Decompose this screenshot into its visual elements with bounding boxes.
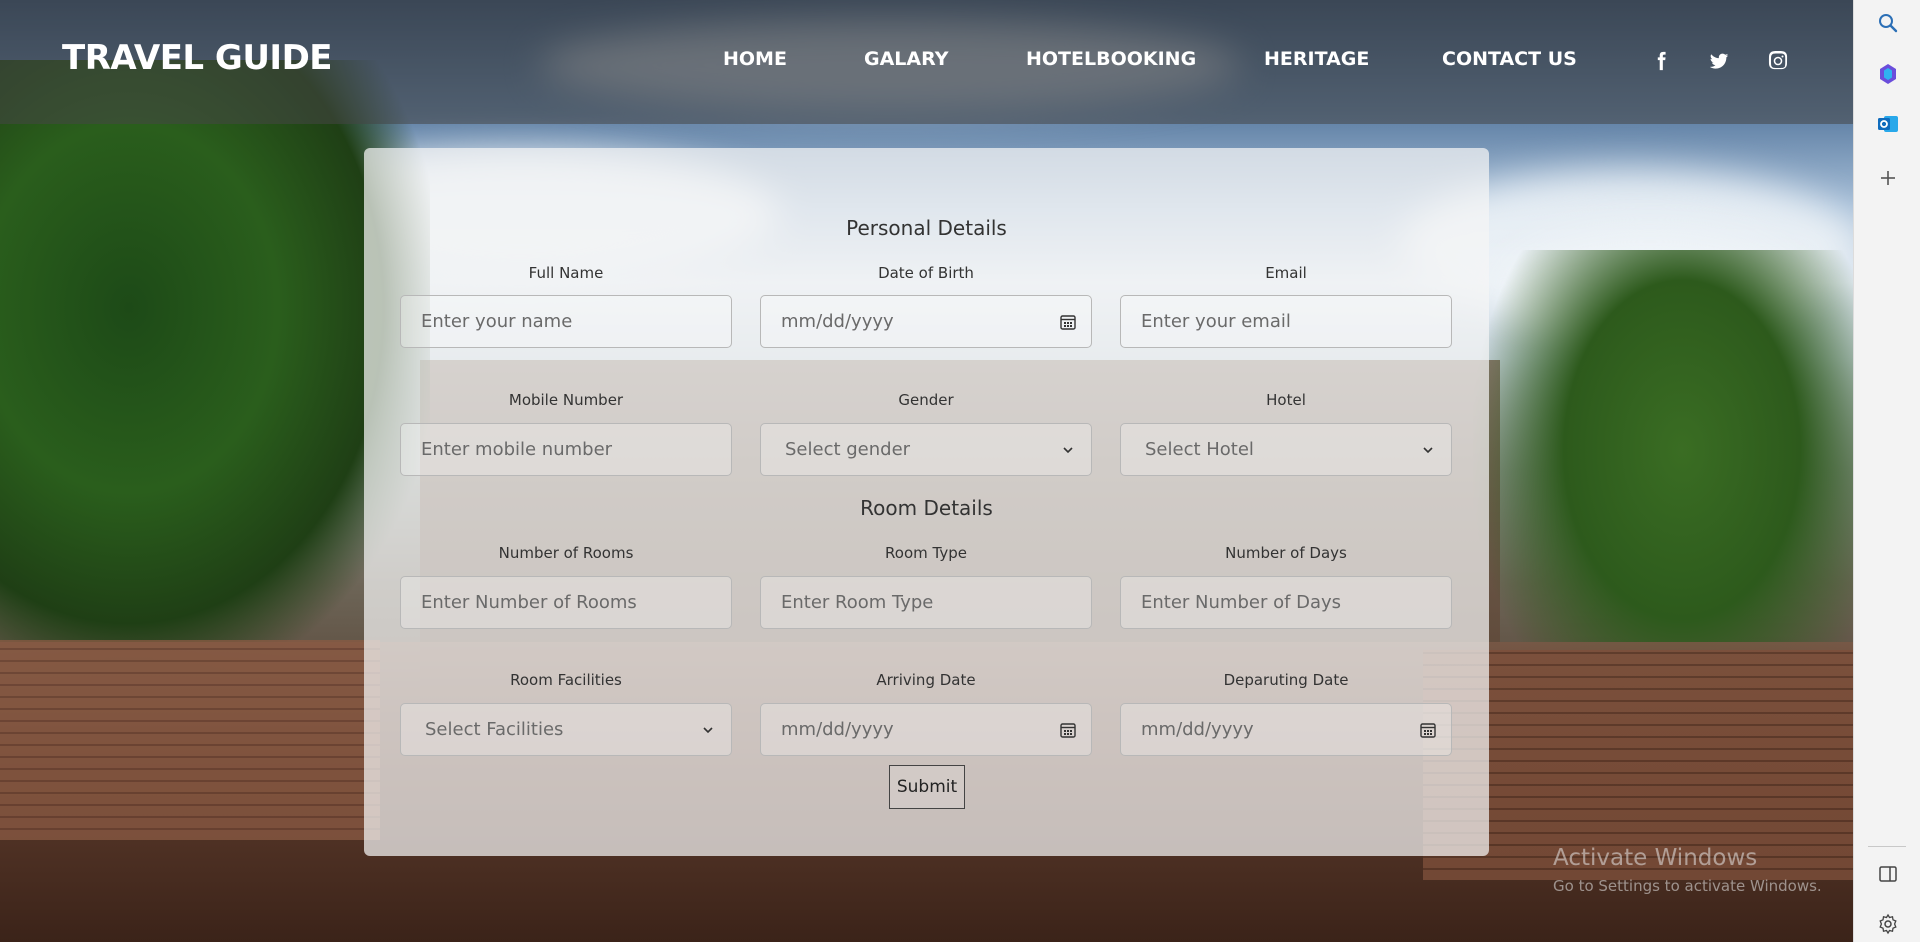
calendar-icon[interactable] (1419, 721, 1437, 739)
watermark-subtitle: Go to Settings to activate Windows. (1553, 877, 1822, 895)
nav-hotelbooking[interactable]: HOTELBOOKING (1026, 48, 1196, 70)
hotel-label: Hotel (1266, 391, 1306, 409)
facilities-selected-value: Select Facilities (425, 719, 564, 740)
twitter-icon[interactable] (1708, 50, 1730, 72)
room-type-label: Room Type (885, 544, 967, 562)
facebook-icon[interactable] (1650, 50, 1672, 72)
brand-logo[interactable]: TRAVEL GUIDE (62, 38, 333, 78)
nav-home[interactable]: HOME (723, 48, 787, 70)
instagram-icon[interactable] (1767, 50, 1789, 72)
nav-heritage[interactable]: HERITAGE (1264, 48, 1369, 70)
full-name-label: Full Name (528, 264, 604, 282)
facilities-select[interactable]: Select Facilities (400, 703, 732, 756)
chevron-down-icon (1059, 441, 1077, 459)
facilities-label: Room Facilities (510, 671, 622, 689)
copilot-icon[interactable] (1876, 62, 1900, 86)
search-icon[interactable] (1876, 11, 1900, 35)
dob-label: Date of Birth (878, 264, 974, 282)
gender-select[interactable]: Select gender (760, 423, 1092, 476)
settings-icon[interactable] (1876, 912, 1900, 936)
calendar-icon[interactable] (1059, 313, 1077, 331)
arriving-date-input[interactable]: mm/dd/yyyy (760, 703, 1092, 756)
outlook-icon[interactable] (1876, 112, 1900, 136)
mobile-input[interactable]: Enter mobile number (400, 423, 732, 476)
full-name-input[interactable]: Enter your name (400, 295, 732, 348)
arriving-placeholder: mm/dd/yyyy (781, 719, 894, 740)
sidebar-toggle-icon[interactable] (1876, 862, 1900, 886)
days-input[interactable]: Enter Number of Days (1120, 576, 1452, 629)
nav-galary[interactable]: GALARY (864, 48, 948, 70)
departing-date-input[interactable]: mm/dd/yyyy (1120, 703, 1452, 756)
days-label: Number of Days (1225, 544, 1347, 562)
hotel-selected-value: Select Hotel (1145, 439, 1254, 460)
add-icon[interactable] (1876, 166, 1900, 190)
dob-placeholder: mm/dd/yyyy (781, 311, 894, 332)
nav-contact-us[interactable]: CONTACT US (1442, 48, 1577, 70)
gender-selected-value: Select gender (785, 439, 911, 460)
dob-input[interactable]: mm/dd/yyyy (760, 295, 1092, 348)
departing-placeholder: mm/dd/yyyy (1141, 719, 1254, 740)
departing-label: Deparuting Date (1223, 671, 1349, 689)
chevron-down-icon (699, 721, 717, 739)
calendar-icon[interactable] (1059, 721, 1077, 739)
activate-windows-watermark: Activate Windows Go to Settings to activ… (1553, 845, 1822, 895)
submit-button[interactable]: Submit (889, 765, 965, 809)
hotel-select[interactable]: Select Hotel (1120, 423, 1452, 476)
rooms-label: Number of Rooms (498, 544, 634, 562)
site-header: TRAVEL GUIDE HOME GALARY HOTELBOOKING HE… (0, 0, 1853, 124)
browser-side-panel (1853, 0, 1920, 942)
email-label: Email (1265, 264, 1307, 282)
chevron-down-icon (1419, 441, 1437, 459)
arriving-label: Arriving Date (876, 671, 976, 689)
room-type-input[interactable]: Enter Room Type (760, 576, 1092, 629)
personal-details-heading: Personal Details (846, 216, 1007, 240)
email-input[interactable]: Enter your email (1120, 295, 1452, 348)
hotel-booking-form: Personal Details Full Name Enter your na… (364, 148, 1489, 856)
gender-label: Gender (898, 391, 954, 409)
watermark-title: Activate Windows (1553, 845, 1758, 871)
mobile-label: Mobile Number (508, 391, 624, 409)
side-panel-divider (1868, 846, 1906, 847)
rooms-input[interactable]: Enter Number of Rooms (400, 576, 732, 629)
room-details-heading: Room Details (860, 496, 993, 520)
